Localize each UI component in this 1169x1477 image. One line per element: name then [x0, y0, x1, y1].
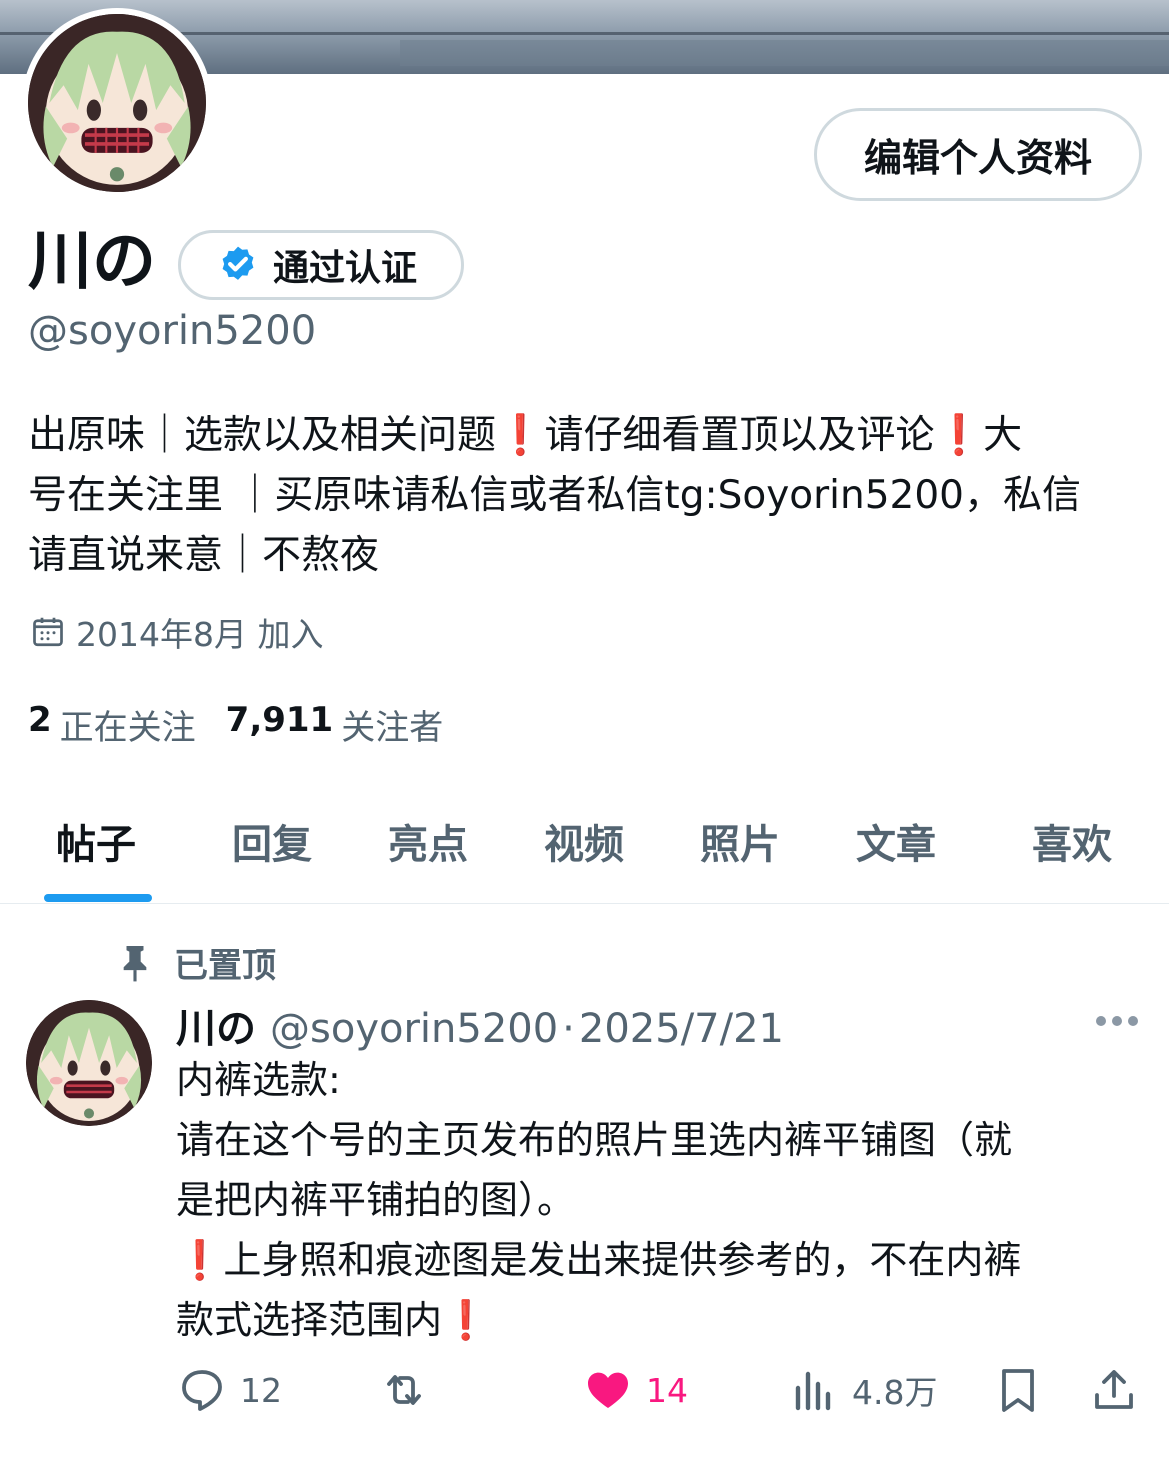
profile-avatar[interactable]: [22, 8, 212, 198]
views-button[interactable]: 4.8万: [790, 1366, 937, 1414]
followers-link[interactable]: 7,911 关注者: [226, 700, 444, 749]
tab-likes[interactable]: 喜欢: [1032, 812, 1112, 870]
tab-highlights[interactable]: 亮点: [388, 812, 468, 870]
followers-label: 关注者: [341, 708, 444, 748]
views-icon: [795, 1371, 831, 1411]
tweet-author-handle[interactable]: @soyorin5200: [270, 1006, 558, 1052]
like-icon: [588, 1372, 628, 1408]
tab-posts[interactable]: 帖子: [56, 812, 136, 870]
profile-bio: 出原味｜选款以及相关问题❗️请仔细看置顶以及评论❗️大 号在关注里 ｜买原味请私…: [28, 406, 1148, 586]
avatar-image: [26, 1000, 152, 1126]
tab-articles[interactable]: 文章: [856, 812, 936, 870]
pin-icon: [123, 945, 147, 981]
verified-badge-icon: [222, 246, 254, 280]
share-button[interactable]: [1090, 1366, 1152, 1414]
active-tab-indicator: [44, 894, 152, 902]
reply-icon: [182, 1370, 222, 1411]
join-date: 2014年8月 加入: [30, 608, 323, 656]
reply-button[interactable]: 12: [178, 1366, 282, 1414]
bio-line: 号在关注里 ｜买原味请私信或者私信tg:Soyorin5200，私信: [28, 473, 1081, 518]
calendar-icon: [33, 617, 63, 647]
profile-name: 川の: [28, 225, 156, 299]
more-icon[interactable]: [1094, 1014, 1140, 1028]
bookmark-button[interactable]: [994, 1366, 1056, 1414]
tweet-line: 是把内裤平铺拍的图）。: [176, 1178, 576, 1222]
following-label: 正在关注: [59, 708, 196, 748]
bookmark-icon: [1002, 1369, 1034, 1412]
like-count: 14: [646, 1370, 688, 1410]
tweet-avatar[interactable]: [26, 1000, 152, 1126]
tweet-line: ❗️上身照和痕迹图是发出来提供参考的，不在内裤: [176, 1238, 1022, 1282]
tweet-actions: 12 14 4.8万: [0, 1366, 1169, 1426]
tab-photos[interactable]: 照片: [700, 812, 780, 870]
profile-tabs: 帖子 回复 亮点 视频 照片 文章 喜欢: [0, 790, 1169, 904]
tweet-line: 内裤选款:: [176, 1058, 341, 1102]
view-count: 4.8万: [852, 1373, 938, 1412]
avatar-image: [28, 14, 206, 192]
bio-line: 出原味｜选款以及相关问题❗️请仔细看置顶以及评论❗️大: [28, 413, 1023, 458]
follow-stats: 2 正在关注 7,911 关注者: [28, 700, 473, 749]
retweet-button[interactable]: [380, 1366, 442, 1414]
tweet-line: 请在这个号的主页发布的照片里选内裤平铺图（就: [176, 1118, 1013, 1162]
tweet-date[interactable]: 2025/7/21: [579, 1006, 784, 1052]
tweet-text: 内裤选款: 请在这个号的主页发布的照片里选内裤平铺图（就 是把内裤平铺拍的图）。…: [176, 1050, 1136, 1350]
reply-count: 12: [240, 1370, 282, 1410]
tab-videos[interactable]: 视频: [544, 812, 624, 870]
following-count: 2: [28, 700, 52, 740]
following-link[interactable]: 2 正在关注: [28, 700, 196, 749]
tab-replies[interactable]: 回复: [232, 812, 312, 870]
pinned-indicator: 已置顶: [118, 938, 276, 987]
separator-dot: ·: [562, 1006, 575, 1052]
edit-profile-button[interactable]: 编辑个人资料: [814, 108, 1142, 201]
like-button[interactable]: 14: [584, 1366, 688, 1414]
pinned-label: 已置顶: [174, 946, 276, 986]
get-verified-label: 通过认证: [273, 248, 418, 289]
retweet-icon: [387, 1375, 421, 1405]
tweet-line: 款式选择范围内❗️: [176, 1298, 490, 1342]
followers-count: 7,911: [225, 700, 334, 740]
tweet-header: 川の @soyorin5200 · 2025/7/21: [176, 996, 784, 1054]
profile-handle: @soyorin5200: [28, 308, 317, 354]
share-icon: [1095, 1370, 1133, 1409]
bio-line: 请直说来意｜不熬夜: [28, 533, 380, 578]
get-verified-button[interactable]: 通过认证: [178, 230, 464, 300]
tweet-author-name[interactable]: 川の: [176, 996, 256, 1054]
join-date-text: 2014年8月 加入: [76, 615, 324, 654]
